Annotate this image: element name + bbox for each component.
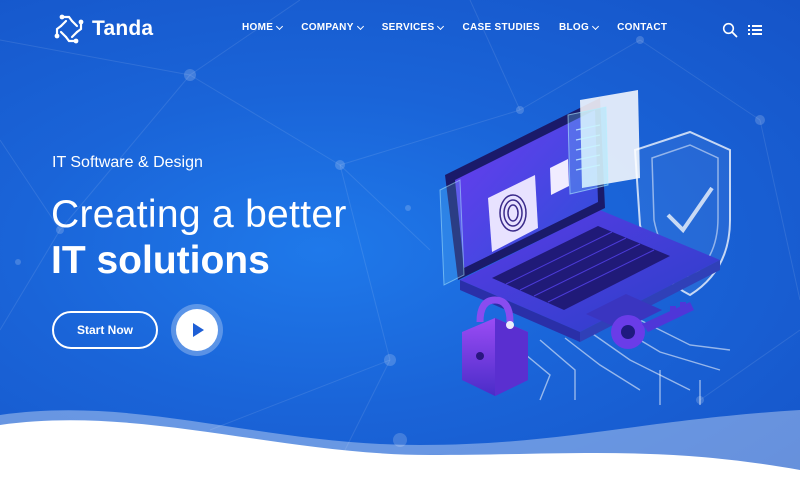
search-icon[interactable] bbox=[722, 22, 738, 38]
headline-line-1: Creating a better bbox=[51, 193, 347, 236]
security-laptop-illustration bbox=[439, 90, 731, 405]
nav-item-contact[interactable]: CONTACT bbox=[617, 22, 667, 33]
chevron-down-icon bbox=[437, 22, 445, 30]
start-now-button[interactable]: Start Now bbox=[52, 311, 158, 349]
logo[interactable]: Tanda bbox=[52, 13, 153, 45]
nav-item-blog[interactable]: BLOG bbox=[559, 22, 600, 33]
nav-item-home[interactable]: HOME bbox=[242, 22, 284, 33]
hero-eyebrow: IT Software & Design bbox=[52, 154, 203, 171]
nav-item-label: SERVICES bbox=[381, 22, 435, 33]
nav-item-services[interactable]: SERVICES bbox=[381, 22, 445, 33]
chevron-down-icon bbox=[592, 22, 600, 30]
nav-item-label: CASE STUDIES bbox=[462, 22, 540, 33]
headline-line-2: IT solutions bbox=[51, 239, 270, 282]
brand-name: Tanda bbox=[92, 17, 154, 40]
nav-item-label: BLOG bbox=[559, 22, 590, 33]
bottom-wave bbox=[0, 410, 800, 500]
play-icon bbox=[193, 323, 204, 337]
hero-section: Tanda HOME COMPANY SERVICES CASE STUDIES… bbox=[0, 0, 800, 500]
nav-item-label: CONTACT bbox=[617, 22, 668, 33]
site-header: Tanda HOME COMPANY SERVICES CASE STUDIES… bbox=[0, 0, 800, 58]
chevron-down-icon bbox=[276, 22, 284, 30]
nav-item-label: HOME bbox=[242, 22, 274, 33]
play-button-inner bbox=[176, 309, 218, 351]
nav-item-company[interactable]: COMPANY bbox=[301, 22, 364, 33]
play-video-button[interactable] bbox=[171, 304, 223, 356]
main-nav: HOME COMPANY SERVICES CASE STUDIES BLOG … bbox=[242, 22, 686, 33]
hero-headline: Creating a better IT solutions bbox=[51, 192, 431, 284]
menu-icon[interactable] bbox=[747, 22, 763, 38]
chevron-down-icon bbox=[356, 22, 364, 30]
nav-item-case-studies[interactable]: CASE STUDIES bbox=[462, 22, 540, 33]
nav-item-label: COMPANY bbox=[301, 22, 354, 33]
circuit-chip-icon bbox=[54, 14, 84, 44]
